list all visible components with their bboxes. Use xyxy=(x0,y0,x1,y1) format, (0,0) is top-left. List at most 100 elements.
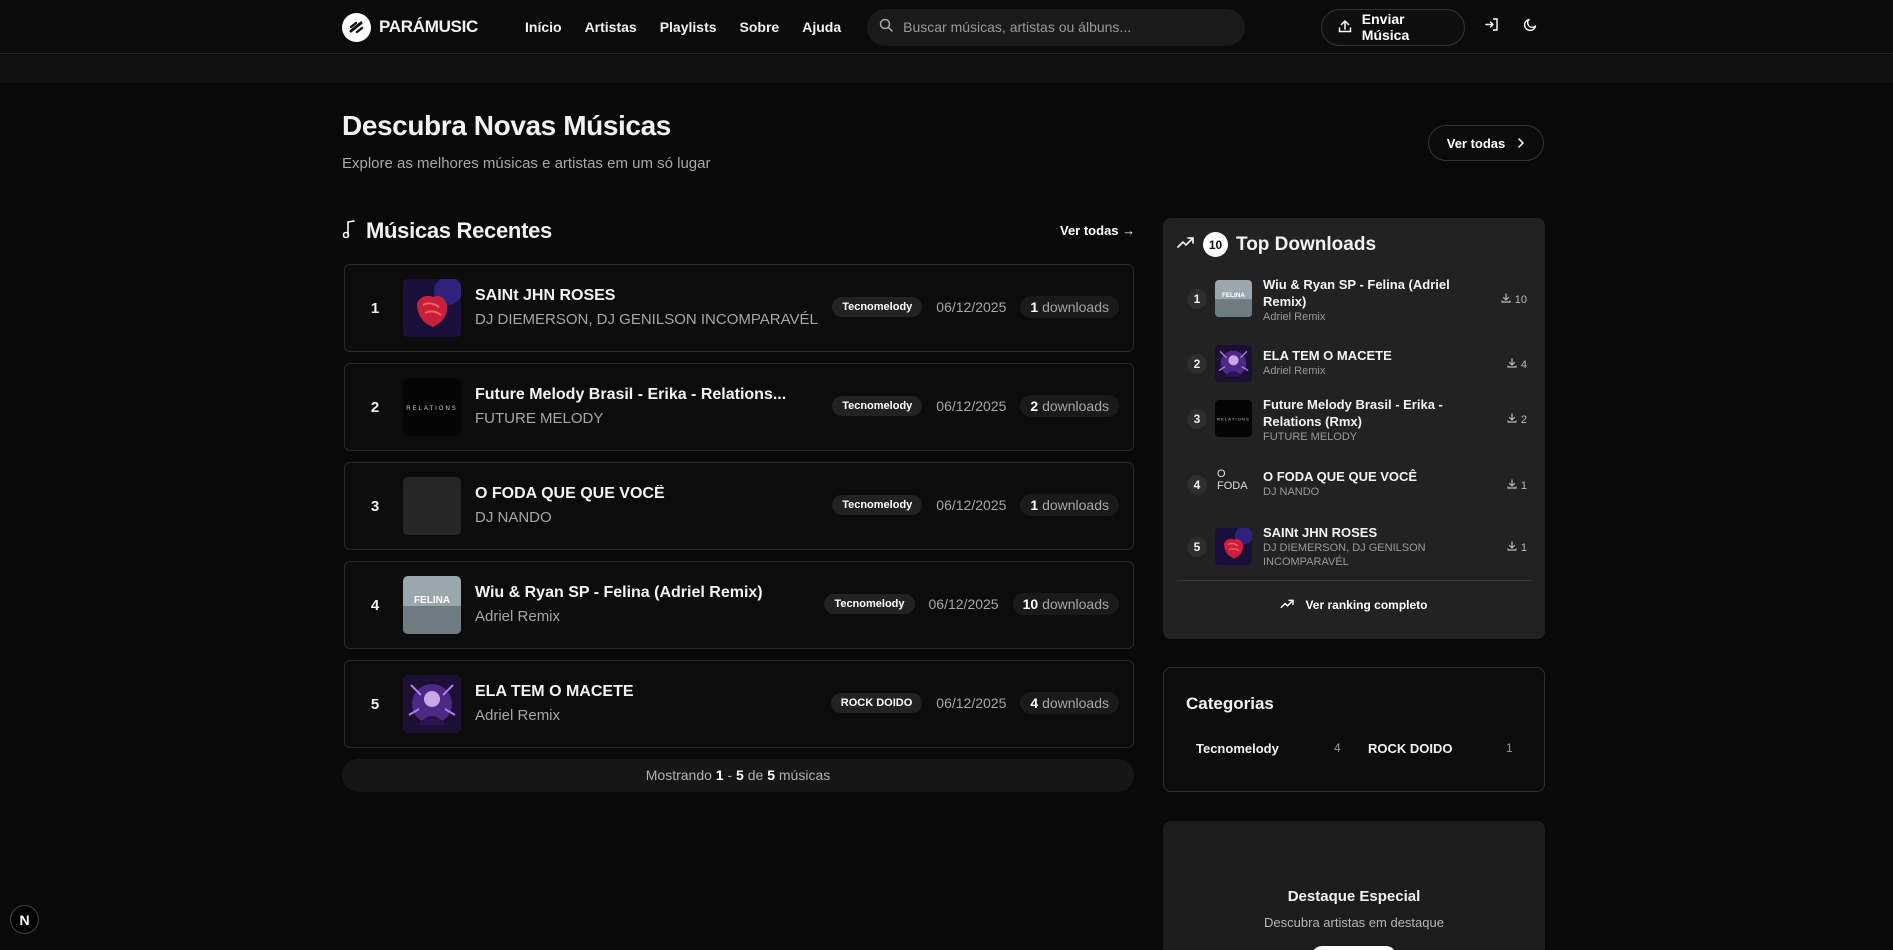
track-row[interactable]: 1 SAINt JHN ROSES DJ DIEMERSON, DJ GENIL… xyxy=(344,264,1134,352)
track-rank: 2 xyxy=(370,399,380,416)
pager-dash: - xyxy=(727,767,733,783)
theme-toggle-button[interactable] xyxy=(1517,12,1545,42)
recent-view-all-link[interactable]: Ver todas → xyxy=(1060,223,1135,238)
track-date: 06/12/2025 xyxy=(928,596,999,612)
pager-of: de xyxy=(747,767,764,783)
top-download-item[interactable]: 5 SAINt JHN ROSES DJ DIEMERSON, DJ GENIL… xyxy=(1177,525,1531,568)
main-nav: Início Artistas Playlists Sobre Ajuda xyxy=(525,19,841,35)
top-info: Wiu & Ryan SP - Felina (Adriel Remix) Ad… xyxy=(1263,276,1463,324)
track-artist[interactable]: Adriel Remix xyxy=(475,608,763,625)
category-count: 1 xyxy=(1506,741,1513,755)
upload-icon xyxy=(1338,19,1352,36)
downloads-word: downloads xyxy=(1042,398,1109,414)
top-download-item[interactable]: 1 FELINA Wiu & Ryan SP - Felina (Adriel … xyxy=(1177,277,1531,323)
top-cover[interactable] xyxy=(1215,528,1252,565)
download-count: 10 downloads xyxy=(1012,593,1119,615)
moon-icon xyxy=(1523,17,1538,37)
top-cover[interactable]: O FODA xyxy=(1215,466,1252,503)
full-ranking-label: Ver ranking completo xyxy=(1305,598,1428,612)
track-artist[interactable]: DJ DIEMERSON, DJ GENILSON INCOMPARAVÉL xyxy=(475,311,818,328)
genre-tag[interactable]: Tecnomelody xyxy=(832,396,923,416)
upload-label: Enviar Música xyxy=(1361,11,1410,43)
track-artist[interactable]: FUTURE MELODY xyxy=(475,410,786,427)
logo[interactable]: PARÁMUSIC xyxy=(342,12,478,42)
nav-inicio[interactable]: Início xyxy=(525,19,562,35)
trending-icon xyxy=(1177,235,1195,254)
top-rank: 5 xyxy=(1187,537,1207,557)
track-artist[interactable]: DJ NANDO xyxy=(475,509,665,526)
top-cover[interactable]: FELINA xyxy=(1215,280,1252,317)
top-artist: Adriel Remix xyxy=(1263,311,1326,323)
page-title: Descubra Novas Músicas xyxy=(342,110,671,141)
track-cover[interactable]: RELATIONS xyxy=(403,378,461,436)
track-date: 06/12/2025 xyxy=(936,299,1007,315)
view-all-button[interactable]: Ver todas xyxy=(1428,125,1544,161)
top-title[interactable]: Wiu & Ryan SP - Felina (Adriel Remix) xyxy=(1263,276,1463,310)
track-title[interactable]: Wiu & Ryan SP - Felina (Adriel Remix) xyxy=(475,584,763,602)
top-downloads-title: Top Downloads xyxy=(1236,233,1377,255)
top-artist: DJ NANDO xyxy=(1263,486,1320,498)
top-artist: Adriel Remix xyxy=(1263,365,1326,377)
track-row[interactable]: 4 FELINA Wiu & Ryan SP - Felina (Adriel … xyxy=(344,561,1134,649)
track-title[interactable]: SAINt JHN ROSES xyxy=(475,287,805,305)
page-subtitle: Explore as melhores músicas e artistas e… xyxy=(342,155,711,172)
track-row[interactable]: 3 O FODA QUE QUE VOCÊ DJ NANDO Tecnomelo… xyxy=(344,462,1134,550)
track-row[interactable]: 5 ELA TEM O MACETE Adriel Remix ROCK DOI… xyxy=(344,660,1134,748)
top-info: ELA TEM O MACETE Adriel Remix xyxy=(1263,347,1463,378)
track-rank: 3 xyxy=(370,498,380,515)
search-icon xyxy=(879,18,893,37)
top-title[interactable]: Future Melody Brasil - Erika - Relations… xyxy=(1263,396,1463,430)
category-rock-doido[interactable]: ROCK DOIDO xyxy=(1368,741,1453,756)
track-cover[interactable] xyxy=(403,675,461,733)
track-row[interactable]: 2 RELATIONS Future Melody Brasil - Erika… xyxy=(344,363,1134,451)
nav-sobre[interactable]: Sobre xyxy=(740,19,780,35)
dev-tools-badge[interactable]: N xyxy=(10,905,39,934)
search-bar[interactable] xyxy=(867,8,1245,46)
top-download-item[interactable]: 4 O FODA O FODA QUE QUE VOCÊ DJ NANDO 1 xyxy=(1177,466,1531,506)
top-cover[interactable] xyxy=(1215,345,1252,382)
nav-artistas[interactable]: Artistas xyxy=(585,19,637,35)
track-cover[interactable]: FELINA xyxy=(403,576,461,634)
nav-ajuda[interactable]: Ajuda xyxy=(802,19,841,35)
login-button[interactable] xyxy=(1477,12,1505,42)
track-info: O FODA QUE QUE VOCÊ DJ NANDO xyxy=(475,485,665,526)
upload-music-button[interactable]: Enviar Música xyxy=(1320,8,1466,46)
genre-tag[interactable]: Tecnomelody xyxy=(824,594,915,614)
top-count-badge: 10 xyxy=(1203,232,1228,257)
track-cover[interactable] xyxy=(403,279,461,337)
top-download-item[interactable]: 2 ELA TEM O MACETE Adriel Remix 4 xyxy=(1177,345,1531,385)
track-title[interactable]: Future Melody Brasil - Erika - Relations… xyxy=(475,386,786,404)
pagination-info: Mostrando 1 - 5 de 5 músicas xyxy=(342,759,1134,792)
top-header: PARÁMUSIC Início Artistas Playlists Sobr… xyxy=(0,0,1893,54)
top-cover[interactable]: RELATIONS xyxy=(1215,400,1252,437)
track-title[interactable]: O FODA QUE QUE VOCÊ xyxy=(475,485,665,503)
categories-panel: Categorias Tecnomelody 4 ROCK DOIDO 1 xyxy=(1163,667,1545,792)
nav-playlists[interactable]: Playlists xyxy=(660,19,717,35)
track-cover[interactable] xyxy=(403,477,461,535)
track-date: 06/12/2025 xyxy=(936,398,1007,414)
full-ranking-link[interactable]: Ver ranking completo xyxy=(1163,598,1545,612)
top-title[interactable]: SAINt JHN ROSES xyxy=(1263,524,1463,541)
genre-tag[interactable]: Tecnomelody xyxy=(832,297,923,317)
genre-tag[interactable]: Tecnomelody xyxy=(832,495,923,515)
download-number: 2 xyxy=(1030,398,1039,414)
genre-tag[interactable]: ROCK DOIDO xyxy=(830,693,923,713)
featured-button[interactable] xyxy=(1312,946,1396,950)
top-count-value: 1 xyxy=(1520,479,1527,492)
track-artist[interactable]: Adriel Remix xyxy=(475,707,634,724)
track-meta: Tecnomelody 06/12/2025 10 downloads xyxy=(824,593,1119,615)
track-rank: 1 xyxy=(370,300,380,317)
top-download-item[interactable]: 3 RELATIONS Future Melody Brasil - Erika… xyxy=(1177,397,1531,443)
track-title[interactable]: ELA TEM O MACETE xyxy=(475,683,634,701)
top-info: O FODA QUE QUE VOCÊ DJ NANDO xyxy=(1263,468,1463,499)
top-title[interactable]: ELA TEM O MACETE xyxy=(1263,347,1463,364)
category-tecnomelody[interactable]: Tecnomelody xyxy=(1196,741,1279,756)
pager-total: 5 xyxy=(767,767,775,783)
top-artist: DJ DIEMERSON, DJ GENILSON INCOMPARAVÉL xyxy=(1263,542,1426,568)
top-download-count: 4 xyxy=(1507,358,1527,371)
track-meta: ROCK DOIDO 06/12/2025 4 downloads xyxy=(830,692,1119,714)
search-input[interactable] xyxy=(903,19,1244,35)
top-rank: 2 xyxy=(1187,354,1207,374)
top-title[interactable]: O FODA QUE QUE VOCÊ xyxy=(1263,468,1463,485)
download-icon xyxy=(1507,358,1517,371)
